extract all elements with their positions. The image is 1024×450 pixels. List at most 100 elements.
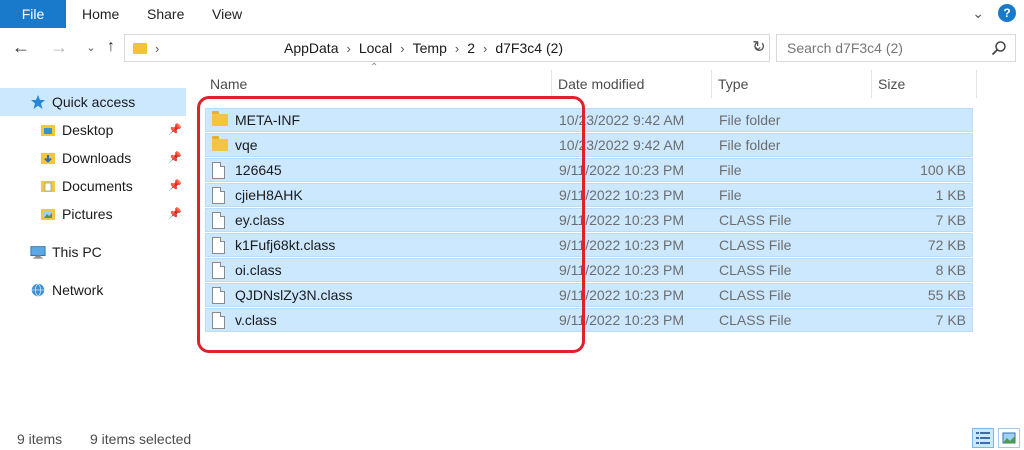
chevron-right-icon[interactable]: › (478, 41, 492, 56)
sidebar-item-this-pc[interactable]: This PC (0, 238, 186, 266)
pin-icon[interactable]: 📌 (168, 123, 182, 136)
sidebar-item-downloads[interactable]: Downloads 📌 (0, 144, 186, 172)
file-name: ey.class (235, 212, 285, 228)
chevron-right-icon[interactable]: › (395, 41, 409, 56)
file-date-modified: 9/11/2022 10:23 PM (559, 187, 685, 203)
file-size: 55 KB (927, 287, 966, 303)
expand-ribbon-chevron-icon[interactable]: ⌄ (972, 5, 984, 22)
pin-icon[interactable]: 📌 (168, 151, 182, 164)
file-type: CLASS File (719, 237, 792, 253)
folder-icon (133, 42, 147, 54)
file-name: vqe (235, 137, 258, 153)
pin-icon[interactable]: 📌 (168, 207, 182, 220)
file-name: oi.class (235, 262, 282, 278)
breadcrumb-appdata[interactable]: AppData (281, 40, 341, 56)
search-input[interactable] (787, 40, 977, 56)
back-arrow-icon[interactable]: ← (10, 36, 32, 58)
forward-arrow-icon[interactable]: → (48, 36, 70, 58)
file-row[interactable]: v.class 9/11/2022 10:23 PM CLASS File 7 … (205, 308, 973, 332)
tab-share[interactable]: Share (147, 0, 184, 28)
file-size: 8 KB (935, 262, 966, 278)
breadcrumb-2[interactable]: 2 (464, 40, 478, 56)
column-header-date-modified[interactable]: Date modified (558, 70, 644, 98)
file-size: 7 KB (935, 312, 966, 328)
sort-ascending-icon: ⌃ (370, 62, 379, 73)
navigation-pane: Quick access Desktop 📌 Downloads 📌 Docum… (0, 80, 190, 410)
file-size: 72 KB (927, 237, 966, 253)
breadcrumb: AppData › Local › Temp › 2 › d7F3c4 (2) (281, 35, 566, 61)
chevron-right-icon[interactable]: › (341, 41, 355, 56)
column-divider[interactable] (976, 70, 977, 98)
sidebar-item-desktop[interactable]: Desktop 📌 (0, 116, 186, 144)
file-icon (212, 287, 228, 304)
file-icon (212, 187, 228, 204)
file-type: CLASS File (719, 287, 792, 303)
file-icon (212, 212, 228, 229)
sidebar-item-network[interactable]: Network (0, 276, 186, 304)
file-type: File (719, 187, 742, 203)
file-icon (212, 262, 228, 279)
ribbon-controls: ⌄ ? (972, 4, 1016, 22)
up-arrow-icon[interactable]: ↑ (100, 36, 122, 58)
file-name: k1Fufj68kt.class (235, 237, 336, 253)
file-date-modified: 10/23/2022 9:42 AM (559, 137, 685, 153)
file-date-modified: 9/11/2022 10:23 PM (559, 162, 685, 178)
details-view-icon[interactable] (972, 428, 994, 448)
tab-home[interactable]: Home (82, 0, 119, 28)
file-row[interactable]: META-INF 10/23/2022 9:42 AM File folder (205, 108, 973, 132)
column-divider[interactable] (871, 70, 872, 98)
documents-folder-icon (40, 178, 56, 194)
sidebar-item-documents[interactable]: Documents 📌 (0, 172, 186, 200)
file-row[interactable]: vqe 10/23/2022 9:42 AM File folder (205, 133, 973, 157)
file-row[interactable]: ey.class 9/11/2022 10:23 PM CLASS File 7… (205, 208, 973, 232)
file-row[interactable]: 126645 9/11/2022 10:23 PM File 100 KB (205, 158, 973, 182)
column-divider[interactable] (711, 70, 712, 98)
file-row[interactable]: QJDNslZy3N.class 9/11/2022 10:23 PM CLAS… (205, 283, 973, 307)
status-bar: 9 items 9 items selected (0, 428, 1024, 450)
file-icon (212, 312, 228, 329)
search-icon[interactable] (991, 40, 1007, 56)
address-bar[interactable]: › AppData › Local › Temp › 2 › d7F3c4 (2… (124, 34, 770, 62)
item-count: 9 items (17, 431, 63, 447)
sidebar-item-label: Pictures (62, 206, 113, 222)
column-header-type[interactable]: Type (718, 70, 748, 98)
help-icon[interactable]: ? (998, 4, 1016, 22)
pin-icon[interactable]: 📌 (168, 179, 182, 192)
file-row[interactable]: cjieH8AHK 9/11/2022 10:23 PM File 1 KB (205, 183, 973, 207)
column-header-size[interactable]: Size (878, 70, 905, 98)
file-size: 7 KB (935, 212, 966, 228)
sidebar-item-pictures[interactable]: Pictures 📌 (0, 200, 186, 228)
file-date-modified: 10/23/2022 9:42 AM (559, 112, 685, 128)
sidebar-item-label: Documents (62, 178, 133, 194)
sidebar-item-label: Network (52, 282, 104, 298)
file-row[interactable]: oi.class 9/11/2022 10:23 PM CLASS File 8… (205, 258, 973, 282)
sidebar-item-label: Quick access (52, 94, 136, 110)
file-size: 100 KB (920, 162, 966, 178)
refresh-icon[interactable]: ↻ (750, 38, 768, 56)
tab-file[interactable]: File (0, 0, 66, 28)
folder-icon (212, 136, 228, 154)
computer-icon (30, 244, 46, 260)
file-type: File folder (719, 112, 781, 128)
breadcrumb-temp[interactable]: Temp (410, 40, 450, 56)
breadcrumb-current-folder[interactable]: d7F3c4 (2) (492, 40, 566, 56)
tab-view[interactable]: View (212, 0, 242, 28)
chevron-right-icon[interactable]: › (450, 41, 464, 56)
column-header-name[interactable]: Name (210, 70, 247, 98)
recent-locations-chevron-icon[interactable]: ⌄ (80, 36, 102, 58)
breadcrumb-local[interactable]: Local (356, 40, 395, 56)
search-box[interactable] (776, 34, 1016, 62)
file-row[interactable]: k1Fufj68kt.class 9/11/2022 10:23 PM CLAS… (205, 233, 973, 257)
large-icons-view-icon[interactable] (998, 428, 1020, 448)
column-divider[interactable] (551, 70, 552, 98)
navigation-bar: ← → ⌄ ↑ › AppData › Local › Temp › 2 › d… (0, 32, 1024, 64)
file-date-modified: 9/11/2022 10:23 PM (559, 212, 685, 228)
file-icon (212, 162, 228, 179)
file-size: 1 KB (935, 187, 966, 203)
chevron-right-icon[interactable]: › (155, 41, 159, 56)
file-name: 126645 (235, 162, 282, 178)
sidebar-item-quick-access[interactable]: Quick access (0, 88, 186, 116)
folder-icon (212, 111, 228, 129)
file-date-modified: 9/11/2022 10:23 PM (559, 262, 685, 278)
star-icon (30, 94, 46, 110)
